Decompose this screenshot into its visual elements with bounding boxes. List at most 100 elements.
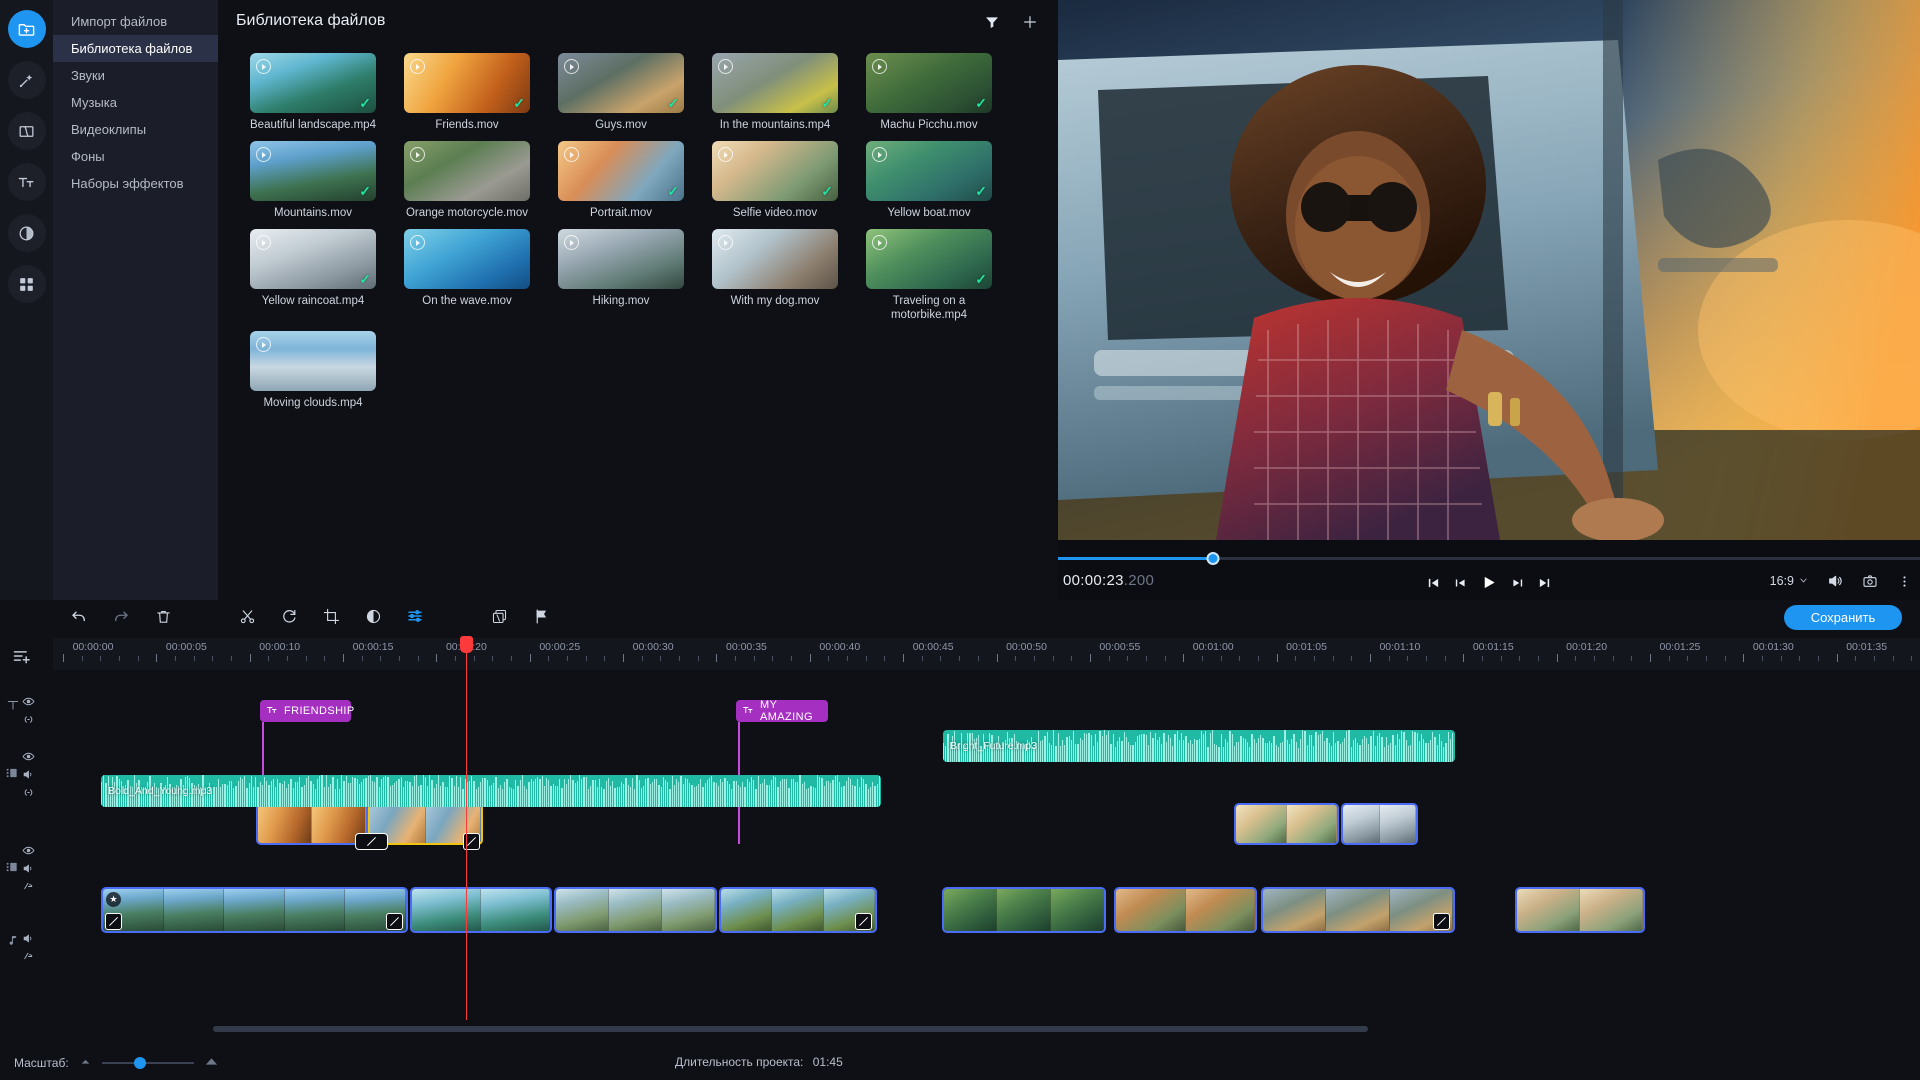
step-back-icon[interactable]: [1454, 576, 1468, 595]
add-track-icon[interactable]: [12, 646, 32, 666]
play-icon[interactable]: [718, 147, 733, 162]
play-icon[interactable]: [256, 235, 271, 250]
play-icon[interactable]: [1481, 574, 1498, 596]
zoom-in-icon[interactable]: [204, 1054, 219, 1072]
play-icon[interactable]: [872, 235, 887, 250]
video-clip-selfie2[interactable]: [1515, 887, 1645, 933]
scrubber-knob[interactable]: [1207, 552, 1220, 565]
sidebar-item-0[interactable]: Импорт файлов: [53, 8, 218, 35]
overlay-track-eye-icon[interactable]: [22, 750, 35, 763]
library-item[interactable]: Hiking.mov: [544, 229, 698, 322]
transition-badge-icon[interactable]: [1433, 913, 1450, 930]
save-button[interactable]: Сохранить: [1784, 605, 1902, 630]
library-item-thumbnail[interactable]: ✓: [250, 53, 376, 113]
library-item-thumbnail[interactable]: ✓: [558, 141, 684, 201]
audio-track-mute-icon[interactable]: [22, 950, 35, 963]
playhead[interactable]: [466, 638, 467, 1020]
library-item[interactable]: With my dog.mov: [698, 229, 852, 322]
skip-to-end-icon[interactable]: [1538, 576, 1552, 595]
title-clip[interactable]: MY AMAZING: [736, 700, 828, 722]
title-clip[interactable]: FRIENDSHIP: [260, 700, 351, 722]
timeline-scrollbar[interactable]: [53, 1026, 1920, 1032]
library-item-thumbnail[interactable]: [250, 331, 376, 391]
zoom-out-icon[interactable]: [79, 1055, 92, 1071]
toolbar-split[interactable]: [226, 608, 268, 625]
library-item-thumbnail[interactable]: [558, 229, 684, 289]
toolbar-color[interactable]: [352, 608, 394, 625]
playhead-handle[interactable]: [460, 636, 473, 653]
rail-import[interactable]: [8, 10, 46, 48]
rail-effects[interactable]: [8, 61, 46, 99]
play-icon[interactable]: [564, 147, 579, 162]
timeline-scrollbar-thumb[interactable]: [213, 1026, 1368, 1032]
video-track-eye-icon[interactable]: [22, 844, 35, 857]
library-item[interactable]: ✓Machu Picchu.mov: [852, 53, 1006, 132]
title-track-link-icon[interactable]: [22, 713, 35, 726]
sidebar-item-6[interactable]: Наборы эффектов: [53, 170, 218, 197]
library-item[interactable]: ✓Selfie video.mov: [698, 141, 852, 220]
toolbar-rotate[interactable]: [268, 608, 310, 625]
library-item-thumbnail[interactable]: ✓: [250, 141, 376, 201]
video-clip-landscape[interactable]: [410, 887, 552, 933]
toolbar-marker[interactable]: [520, 608, 562, 625]
sidebar-item-4[interactable]: Видеоклипы: [53, 116, 218, 143]
overlay-track-link-icon[interactable]: [22, 786, 35, 799]
library-item[interactable]: On the wave.mov: [390, 229, 544, 322]
transition-badge-icon[interactable]: [355, 833, 388, 850]
library-item[interactable]: Moving clouds.mp4: [236, 331, 390, 410]
transition-badge-icon[interactable]: [855, 913, 872, 930]
video-clip-mountains[interactable]: ★: [101, 887, 408, 933]
library-item-thumbnail[interactable]: [404, 229, 530, 289]
library-item[interactable]: ✓Portrait.mov: [544, 141, 698, 220]
toolbar-redo[interactable]: [100, 607, 142, 625]
plus-add-icon[interactable]: [1022, 14, 1038, 35]
sidebar-item-3[interactable]: Музыка: [53, 89, 218, 116]
library-item[interactable]: ✓Mountains.mov: [236, 141, 390, 220]
play-icon[interactable]: [718, 235, 733, 250]
overlay-clip-selfie[interactable]: [1234, 803, 1339, 845]
play-icon[interactable]: [718, 59, 733, 74]
library-item[interactable]: ✓Yellow boat.mov: [852, 141, 1006, 220]
play-icon[interactable]: [410, 59, 425, 74]
play-icon[interactable]: [564, 59, 579, 74]
library-item[interactable]: ✓Guys.mov: [544, 53, 698, 132]
library-item-thumbnail[interactable]: [404, 141, 530, 201]
library-item[interactable]: ✓In the mountains.mp4: [698, 53, 852, 132]
library-item-thumbnail[interactable]: ✓: [866, 53, 992, 113]
video-clip-yellowraincoat[interactable]: [554, 887, 717, 933]
play-icon[interactable]: [410, 147, 425, 162]
title-track-eye-icon[interactable]: [22, 695, 35, 708]
rail-transitions[interactable]: [8, 112, 46, 150]
library-item-thumbnail[interactable]: ✓: [866, 229, 992, 289]
camera-snapshot-icon[interactable]: [1862, 573, 1878, 589]
library-item[interactable]: Orange motorcycle.mov: [390, 141, 544, 220]
video-track-mute-icon[interactable]: [22, 880, 35, 893]
sidebar-item-1[interactable]: Библиотека файлов: [53, 35, 218, 62]
transition-badge-icon[interactable]: [105, 913, 122, 930]
toolbar-crop[interactable]: [310, 608, 352, 625]
video-clip-guys[interactable]: [1261, 887, 1455, 933]
more-vertical-icon[interactable]: [1897, 574, 1912, 589]
library-item-thumbnail[interactable]: ✓: [712, 53, 838, 113]
play-icon[interactable]: [256, 337, 271, 352]
preview-canvas[interactable]: [1058, 0, 1920, 540]
play-icon[interactable]: [410, 235, 425, 250]
rail-stickers[interactable]: [8, 265, 46, 303]
play-icon[interactable]: [256, 147, 271, 162]
video-track-volume-icon[interactable]: [22, 862, 35, 875]
volume-icon[interactable]: [1827, 573, 1843, 589]
video-clip-machupicchu[interactable]: [942, 887, 1106, 933]
play-icon[interactable]: [256, 59, 271, 74]
overlay-clip-raincoat[interactable]: [1341, 803, 1418, 845]
filter-funnel-icon[interactable]: [984, 14, 1000, 35]
library-item-thumbnail[interactable]: [712, 229, 838, 289]
library-item[interactable]: ✓Traveling on a motorbike.mp4: [852, 229, 1006, 322]
library-item[interactable]: ✓Friends.mov: [390, 53, 544, 132]
video-clip-traveling[interactable]: [1114, 887, 1257, 933]
preview-scrubber[interactable]: [1058, 552, 1920, 566]
library-item-thumbnail[interactable]: ✓: [866, 141, 992, 201]
sidebar-item-2[interactable]: Звуки: [53, 62, 218, 89]
toolbar-overlay[interactable]: [478, 608, 520, 625]
library-item[interactable]: ✓Beautiful landscape.mp4: [236, 53, 390, 132]
toolbar-properties[interactable]: [394, 607, 436, 625]
